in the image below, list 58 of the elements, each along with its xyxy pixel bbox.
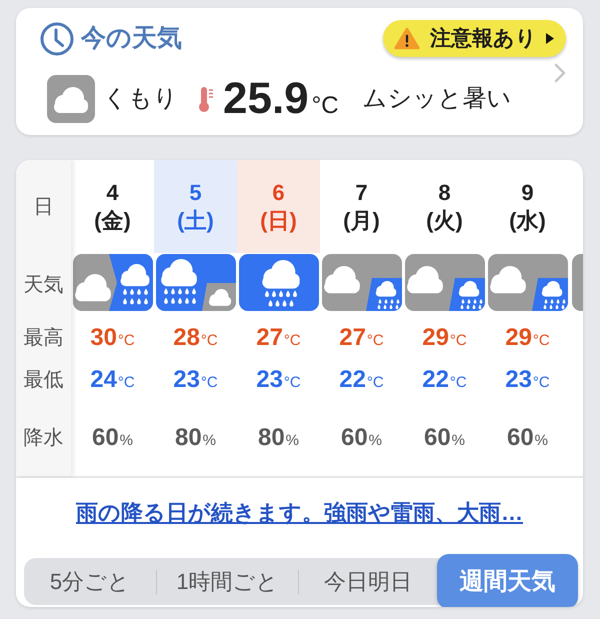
forecast-comment-link[interactable]: 雨の降る日が続きます。強雨や雷雨、大雨… bbox=[76, 500, 523, 525]
clock-icon bbox=[40, 22, 74, 56]
alert-button[interactable]: 注意報あり bbox=[383, 20, 566, 57]
weekday-label: (日) bbox=[260, 206, 297, 234]
low-temperature: 22°C bbox=[422, 368, 467, 392]
row-label: 最低 bbox=[24, 370, 64, 390]
row-label: 天気 bbox=[24, 274, 64, 294]
warning-icon bbox=[393, 26, 421, 51]
weekday-label: (月) bbox=[343, 206, 380, 234]
high-temperature: 30°C bbox=[90, 326, 135, 350]
precipitation-chance: 60% bbox=[506, 426, 548, 450]
precipitation-chance: 60% bbox=[92, 426, 134, 450]
precipitation-chance: 80% bbox=[258, 426, 300, 450]
chevron-right-icon[interactable] bbox=[554, 63, 566, 83]
tab[interactable]: 週間天気 bbox=[437, 554, 578, 607]
precipitation-chance: 60% bbox=[340, 426, 382, 450]
date-number: 6 bbox=[272, 178, 285, 206]
tab[interactable]: 1時間ごと bbox=[157, 558, 298, 605]
date-number: 8 bbox=[438, 178, 451, 206]
temperature: 25.9°C bbox=[223, 77, 339, 121]
weather-icon bbox=[47, 75, 95, 123]
row-label: 日 bbox=[34, 196, 54, 216]
precipitation-chance: 80% bbox=[174, 426, 216, 450]
high-temperature: 29°C bbox=[422, 326, 467, 350]
date-number: 5 bbox=[189, 178, 202, 206]
high-temperature: 28°C bbox=[173, 326, 218, 350]
thermometer-icon bbox=[198, 86, 214, 112]
section-title: 今の天気 bbox=[81, 26, 182, 51]
high-temperature: 29°C bbox=[505, 326, 550, 350]
weekday-label: (土) bbox=[177, 206, 214, 234]
weather-icon bbox=[156, 254, 236, 311]
precipitation-chance: 60% bbox=[424, 426, 466, 450]
date-number: 7 bbox=[355, 178, 368, 206]
tab[interactable]: 5分ごと bbox=[24, 558, 156, 605]
tab[interactable]: 今日明日 bbox=[299, 558, 437, 605]
weekday-label: (金) bbox=[94, 206, 131, 234]
weekday-label: (水) bbox=[509, 206, 546, 234]
weekday-label: (火) bbox=[426, 206, 463, 234]
weather-comment: ムシッと暑い bbox=[362, 87, 512, 111]
weather-icon bbox=[488, 254, 568, 311]
row-label: 降水 bbox=[24, 428, 64, 448]
high-temperature: 27°C bbox=[256, 326, 301, 350]
low-temperature: 23°C bbox=[173, 368, 218, 392]
low-temperature: 24°C bbox=[90, 368, 135, 392]
weather-icon bbox=[238, 254, 318, 311]
low-temperature: 23°C bbox=[256, 368, 301, 392]
weather-icon bbox=[72, 254, 152, 311]
weather-label: くもり bbox=[103, 87, 178, 111]
weather-icon bbox=[404, 254, 484, 311]
date-number: 9 bbox=[521, 178, 534, 206]
weather-icon bbox=[322, 254, 402, 311]
high-temperature: 27°C bbox=[339, 326, 384, 350]
low-temperature: 23°C bbox=[505, 368, 550, 392]
weather-icon bbox=[572, 254, 583, 311]
caret-icon bbox=[546, 33, 554, 44]
low-temperature: 22°C bbox=[339, 368, 384, 392]
row-label: 最高 bbox=[24, 328, 64, 348]
date-number: 4 bbox=[106, 178, 119, 206]
